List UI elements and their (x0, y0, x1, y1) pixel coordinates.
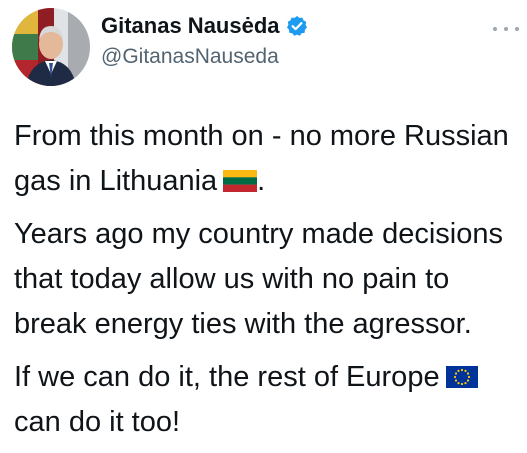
avatar[interactable] (12, 8, 90, 86)
tweet-paragraph-3-end: can do it too! (14, 406, 181, 438)
tweet-paragraph-2: Years ago my country made decisions that… (14, 218, 503, 340)
avatar-image (12, 8, 90, 86)
more-dot (515, 27, 519, 31)
tweet-paragraph-1-end: . (257, 165, 266, 197)
user-handle[interactable]: @GitanasNauseda (101, 45, 308, 69)
more-dot (493, 27, 497, 31)
more-options-icon[interactable] (493, 22, 519, 36)
verified-badge-icon (286, 15, 308, 37)
tweet-paragraph-3-text: If we can do it, the rest of Europe (14, 361, 440, 393)
tweet-paragraph-1: From this month on - no more Russian gas… (14, 114, 519, 204)
flag-eu-icon (445, 366, 478, 388)
display-name-row: Gitanas Nausėda (101, 12, 308, 40)
tweet-text: From this month on - no more Russian gas… (14, 114, 519, 453)
more-dot (504, 27, 508, 31)
display-name[interactable]: Gitanas Nausėda (101, 13, 280, 39)
tweet-paragraph-3: If we can do it, the rest of Europe can … (14, 355, 519, 445)
flag-lithuania-icon (223, 170, 258, 192)
tweet-card: Gitanas Nausėda @GitanasNauseda From thi… (0, 0, 527, 440)
user-names: Gitanas Nausėda @GitanasNauseda (101, 12, 308, 69)
